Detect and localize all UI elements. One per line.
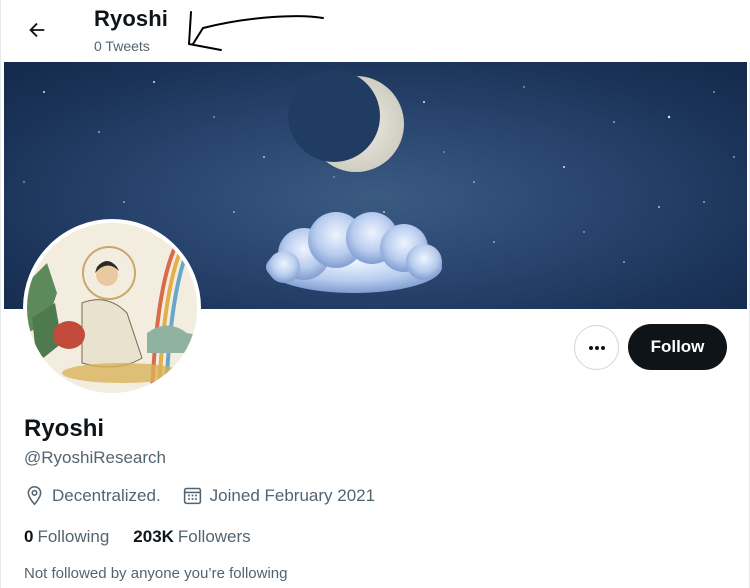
cloud <box>266 212 442 293</box>
profile-stats: 0 Following 203K Followers <box>24 527 275 547</box>
joined-text: Joined February 2021 <box>209 485 376 505</box>
follow-button[interactable]: Follow <box>628 324 727 370</box>
back-button[interactable] <box>19 12 55 48</box>
header-title: Ryoshi <box>94 6 168 31</box>
following-count: 0 <box>24 527 34 546</box>
profile-header: Ryoshi 0 Tweets <box>1 0 750 62</box>
following-link[interactable]: 0 Following <box>24 527 109 547</box>
followers-count: 203K <box>133 527 174 546</box>
profile-handle: @RyoshiResearch <box>24 448 166 467</box>
calendar-icon <box>183 487 201 505</box>
followers-label: Followers <box>177 527 251 546</box>
avatar[interactable] <box>23 219 201 397</box>
following-label: Following <box>37 527 110 546</box>
mutual-followers-text: Not followed by anyone you’re following <box>24 565 288 582</box>
location-item: Decentralized. <box>24 485 161 506</box>
more-options-button[interactable] <box>574 325 619 370</box>
hand-drawn-arrow-annotation <box>188 11 324 51</box>
arrow-left-icon <box>29 22 45 38</box>
profile-meta: Decentralized. Joined February 2021 <box>24 485 396 506</box>
ellipsis-icon <box>588 345 605 350</box>
followers-link[interactable]: 203K Followers <box>133 527 250 547</box>
profile-name: Ryoshi <box>24 415 105 442</box>
location-text: Decentralized. <box>52 485 161 505</box>
joined-item: Joined February 2021 <box>182 485 375 506</box>
avatar-artwork <box>27 223 197 393</box>
tweet-count: 0 Tweets <box>94 38 150 54</box>
profile-page: Ryoshi 0 Tweets Follow Ryoshi @RyoshiRes… <box>0 0 750 588</box>
location-pin-icon <box>27 485 42 506</box>
moon <box>288 70 404 172</box>
